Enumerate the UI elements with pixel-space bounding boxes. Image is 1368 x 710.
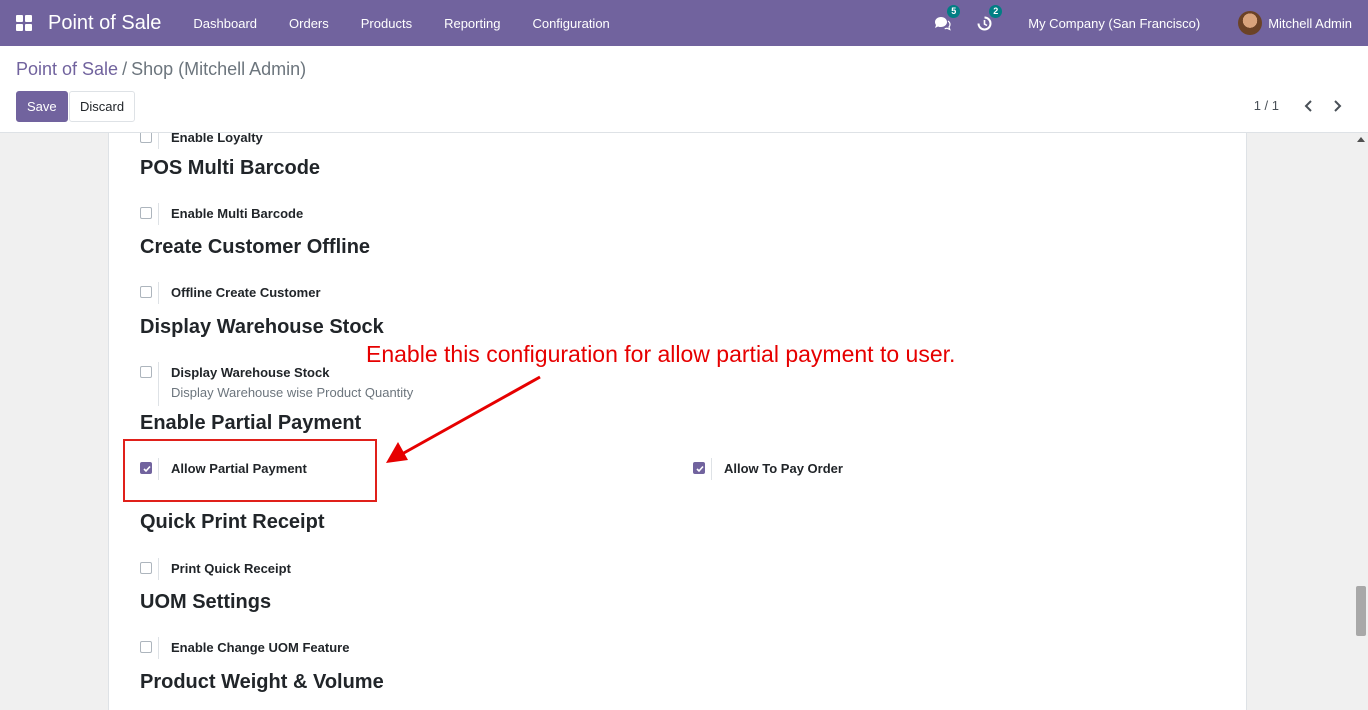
apps-menu-icon[interactable]: [16, 15, 32, 31]
company-switcher[interactable]: My Company (San Francisco): [1028, 16, 1200, 31]
messages-badge: 5: [947, 5, 961, 18]
divider: [158, 203, 159, 225]
breadcrumb-current: Shop (Mitchell Admin): [131, 59, 307, 79]
enable-multi-barcode-checkbox[interactable]: [140, 207, 152, 219]
highlight-box: [123, 439, 377, 502]
pager-value[interactable]: 1 / 1: [1254, 98, 1279, 113]
annotation-arrow-icon: [386, 375, 541, 463]
activities-badge: 2: [989, 5, 1003, 18]
app-name[interactable]: Point of Sale: [48, 12, 161, 35]
enable-uom-checkbox[interactable]: [140, 641, 152, 653]
enable-multi-barcode-label[interactable]: Enable Multi Barcode: [171, 206, 303, 221]
top-navbar: Point of Sale Dashboard Orders Products …: [0, 0, 1368, 46]
print-quick-receipt-label[interactable]: Print Quick Receipt: [171, 561, 291, 576]
menu-configuration[interactable]: Configuration: [516, 16, 625, 31]
messages-icon[interactable]: 5: [932, 5, 961, 33]
menu-orders[interactable]: Orders: [273, 16, 345, 31]
offline-create-customer-checkbox[interactable]: [140, 286, 152, 298]
save-button[interactable]: Save: [16, 91, 68, 122]
section-title-quick-print: Quick Print Receipt: [140, 511, 325, 533]
section-title-warehouse-stock: Display Warehouse Stock: [140, 316, 384, 338]
scroll-up-arrow-icon[interactable]: [1357, 137, 1365, 142]
divider: [158, 133, 159, 149]
scrollbar-thumb[interactable]: [1356, 586, 1366, 636]
offline-create-customer-label[interactable]: Offline Create Customer: [171, 285, 321, 300]
display-warehouse-stock-label[interactable]: Display Warehouse Stock: [171, 365, 329, 380]
section-title-weight-volume: Product Weight & Volume: [140, 671, 384, 693]
divider: [158, 282, 159, 304]
activities-icon[interactable]: 2: [974, 5, 1003, 33]
breadcrumb: Point of Sale / Shop (Mitchell Admin): [16, 59, 306, 80]
user-name: Mitchell Admin: [1268, 15, 1352, 31]
menu-reporting[interactable]: Reporting: [428, 16, 516, 31]
scrollbar[interactable]: [1354, 133, 1368, 710]
divider: [158, 362, 159, 406]
allow-to-pay-order-label[interactable]: Allow To Pay Order: [724, 461, 843, 476]
divider: [158, 558, 159, 580]
control-panel: Point of Sale / Shop (Mitchell Admin) Save…: [0, 46, 1368, 133]
allow-to-pay-order-checkbox[interactable]: [693, 462, 705, 474]
section-title-uom: UOM Settings: [140, 591, 272, 613]
divider: [158, 637, 159, 659]
chevron-right-icon[interactable]: [1330, 98, 1344, 114]
form-content: Enable Loyalty POS Multi Barcode Enable …: [0, 133, 1368, 710]
annotation-text: Enable this configuration for allow part…: [366, 341, 956, 367]
avatar: [1238, 11, 1263, 35]
divider: [711, 458, 712, 480]
enable-loyalty-checkbox[interactable]: [140, 133, 152, 143]
section-title-partial-payment: Enable Partial Payment: [140, 412, 362, 434]
discard-button[interactable]: Discard: [69, 91, 136, 122]
form-sheet: Enable Loyalty POS Multi Barcode Enable …: [108, 133, 1247, 710]
chevron-left-icon[interactable]: [1302, 98, 1316, 114]
enable-uom-label[interactable]: Enable Change UOM Feature: [171, 640, 349, 655]
section-title-customer-offline: Create Customer Offline: [140, 236, 371, 258]
menu-dashboard[interactable]: Dashboard: [177, 16, 273, 31]
breadcrumb-separator: /: [122, 59, 128, 79]
systray: 5 2 My Company (San Francisco) Mitchell …: [932, 0, 1368, 46]
display-warehouse-stock-checkbox[interactable]: [140, 366, 152, 378]
user-menu[interactable]: Mitchell Admin: [1238, 11, 1352, 35]
breadcrumb-parent[interactable]: Point of Sale: [16, 59, 118, 79]
menu-products[interactable]: Products: [345, 16, 428, 31]
display-warehouse-stock-description: Display Warehouse wise Product Quantity: [171, 385, 414, 400]
print-quick-receipt-checkbox[interactable]: [140, 562, 152, 574]
section-title-multi-barcode: POS Multi Barcode: [140, 157, 321, 179]
enable-loyalty-label[interactable]: Enable Loyalty: [171, 133, 263, 145]
